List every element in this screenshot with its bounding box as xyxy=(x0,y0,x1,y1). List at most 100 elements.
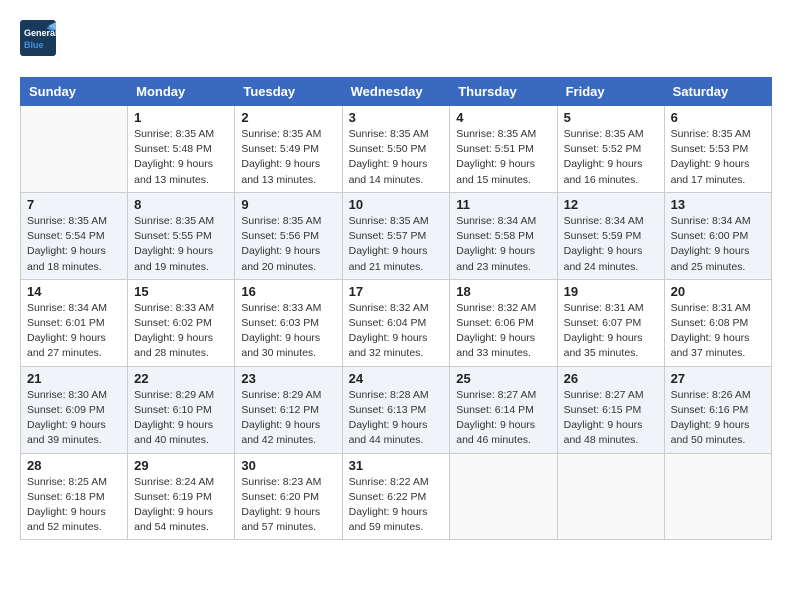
day-number: 25 xyxy=(456,371,550,386)
day-info: Sunrise: 8:30 AM Sunset: 6:09 PM Dayligh… xyxy=(27,388,121,449)
day-number: 4 xyxy=(456,110,550,125)
day-info: Sunrise: 8:35 AM Sunset: 5:50 PM Dayligh… xyxy=(349,127,444,188)
day-number: 11 xyxy=(456,197,550,212)
day-info: Sunrise: 8:27 AM Sunset: 6:14 PM Dayligh… xyxy=(456,388,550,449)
calendar-cell: 28Sunrise: 8:25 AM Sunset: 6:18 PM Dayli… xyxy=(21,453,128,540)
day-info: Sunrise: 8:24 AM Sunset: 6:19 PM Dayligh… xyxy=(134,475,228,536)
day-info: Sunrise: 8:35 AM Sunset: 5:51 PM Dayligh… xyxy=(456,127,550,188)
logo: General Blue xyxy=(20,20,56,61)
day-number: 13 xyxy=(671,197,765,212)
calendar-cell xyxy=(450,453,557,540)
day-info: Sunrise: 8:35 AM Sunset: 5:55 PM Dayligh… xyxy=(134,214,228,275)
weekday-header-tuesday: Tuesday xyxy=(235,78,342,106)
day-number: 6 xyxy=(671,110,765,125)
week-row-4: 21 Sunrise: 8:30 AM Sunset: 6:09 PM Dayli… xyxy=(21,366,772,453)
week-row-1: 1 Sunrise: 8:35 AM Sunset: 5:48 PM Daylig… xyxy=(21,106,772,193)
calendar-cell: 1 Sunrise: 8:35 AM Sunset: 5:48 PM Daylig… xyxy=(128,106,235,193)
day-info: Sunrise: 8:28 AM Sunset: 6:13 PM Dayligh… xyxy=(349,388,444,449)
day-info: Sunrise: 8:34 AM Sunset: 5:58 PM Dayligh… xyxy=(456,214,550,275)
calendar-cell: 20 Sunrise: 8:31 AM Sunset: 6:08 PM Dayli… xyxy=(664,279,771,366)
day-number: 21 xyxy=(27,371,121,386)
calendar-cell xyxy=(21,106,128,193)
day-info: Sunrise: 8:34 AM Sunset: 6:01 PM Dayligh… xyxy=(27,301,121,362)
day-info: Sunrise: 8:35 AM Sunset: 5:57 PM Dayligh… xyxy=(349,214,444,275)
calendar-cell: 21 Sunrise: 8:30 AM Sunset: 6:09 PM Dayli… xyxy=(21,366,128,453)
day-number: 26 xyxy=(564,371,658,386)
calendar-cell: 17 Sunrise: 8:32 AM Sunset: 6:04 PM Dayli… xyxy=(342,279,450,366)
day-info: Sunrise: 8:35 AM Sunset: 5:49 PM Dayligh… xyxy=(241,127,335,188)
logo-icon: General Blue xyxy=(20,20,56,56)
day-number: 5 xyxy=(564,110,658,125)
calendar-cell: 14 Sunrise: 8:34 AM Sunset: 6:01 PM Dayli… xyxy=(21,279,128,366)
day-info: Sunrise: 8:22 AM Sunset: 6:22 PM Dayligh… xyxy=(349,475,444,536)
weekday-header-friday: Friday xyxy=(557,78,664,106)
calendar-cell: 22Sunrise: 8:29 AM Sunset: 6:10 PM Dayli… xyxy=(128,366,235,453)
weekday-header-thursday: Thursday xyxy=(450,78,557,106)
day-info: Sunrise: 8:32 AM Sunset: 6:04 PM Dayligh… xyxy=(349,301,444,362)
calendar-cell: 23 Sunrise: 8:29 AM Sunset: 6:12 PM Dayli… xyxy=(235,366,342,453)
day-info: Sunrise: 8:35 AM Sunset: 5:54 PM Dayligh… xyxy=(27,214,121,275)
calendar-cell: 3Sunrise: 8:35 AM Sunset: 5:50 PM Daylig… xyxy=(342,106,450,193)
calendar-cell: 6Sunrise: 8:35 AM Sunset: 5:53 PM Daylig… xyxy=(664,106,771,193)
day-info: Sunrise: 8:29 AM Sunset: 6:12 PM Dayligh… xyxy=(241,388,335,449)
calendar-cell: 26 Sunrise: 8:27 AM Sunset: 6:15 PM Dayli… xyxy=(557,366,664,453)
calendar-cell: 24 Sunrise: 8:28 AM Sunset: 6:13 PM Dayli… xyxy=(342,366,450,453)
day-number: 9 xyxy=(241,197,335,212)
day-number: 18 xyxy=(456,284,550,299)
calendar-cell: 8 Sunrise: 8:35 AM Sunset: 5:55 PM Daylig… xyxy=(128,192,235,279)
calendar-cell: 19 Sunrise: 8:31 AM Sunset: 6:07 PM Dayli… xyxy=(557,279,664,366)
day-number: 1 xyxy=(134,110,228,125)
day-info: Sunrise: 8:29 AM Sunset: 6:10 PM Dayligh… xyxy=(134,388,228,449)
week-row-3: 14 Sunrise: 8:34 AM Sunset: 6:01 PM Dayli… xyxy=(21,279,772,366)
day-info: Sunrise: 8:35 AM Sunset: 5:52 PM Dayligh… xyxy=(564,127,658,188)
day-info: Sunrise: 8:31 AM Sunset: 6:07 PM Dayligh… xyxy=(564,301,658,362)
calendar-cell: 9 Sunrise: 8:35 AM Sunset: 5:56 PM Daylig… xyxy=(235,192,342,279)
day-number: 17 xyxy=(349,284,444,299)
calendar-cell: 11 Sunrise: 8:34 AM Sunset: 5:58 PM Dayli… xyxy=(450,192,557,279)
day-number: 31 xyxy=(349,458,444,473)
weekday-header-monday: Monday xyxy=(128,78,235,106)
day-number: 8 xyxy=(134,197,228,212)
calendar-cell: 2 Sunrise: 8:35 AM Sunset: 5:49 PM Daylig… xyxy=(235,106,342,193)
weekday-header-saturday: Saturday xyxy=(664,78,771,106)
weekday-header-wednesday: Wednesday xyxy=(342,78,450,106)
day-info: Sunrise: 8:32 AM Sunset: 6:06 PM Dayligh… xyxy=(456,301,550,362)
calendar-cell xyxy=(557,453,664,540)
day-number: 10 xyxy=(349,197,444,212)
page-header: General Blue xyxy=(20,20,772,61)
day-number: 2 xyxy=(241,110,335,125)
calendar-cell xyxy=(664,453,771,540)
calendar-cell: 13 Sunrise: 8:34 AM Sunset: 6:00 PM Dayli… xyxy=(664,192,771,279)
calendar-cell: 27 Sunrise: 8:26 AM Sunset: 6:16 PM Dayli… xyxy=(664,366,771,453)
week-row-2: 7 Sunrise: 8:35 AM Sunset: 5:54 PM Daylig… xyxy=(21,192,772,279)
week-row-5: 28Sunrise: 8:25 AM Sunset: 6:18 PM Dayli… xyxy=(21,453,772,540)
day-number: 12 xyxy=(564,197,658,212)
calendar-table: SundayMondayTuesdayWednesdayThursdayFrid… xyxy=(20,77,772,540)
day-info: Sunrise: 8:35 AM Sunset: 5:48 PM Dayligh… xyxy=(134,127,228,188)
day-info: Sunrise: 8:31 AM Sunset: 6:08 PM Dayligh… xyxy=(671,301,765,362)
day-info: Sunrise: 8:34 AM Sunset: 6:00 PM Dayligh… xyxy=(671,214,765,275)
calendar-cell: 30Sunrise: 8:23 AM Sunset: 6:20 PM Dayli… xyxy=(235,453,342,540)
day-number: 7 xyxy=(27,197,121,212)
calendar-cell: 4 Sunrise: 8:35 AM Sunset: 5:51 PM Daylig… xyxy=(450,106,557,193)
day-info: Sunrise: 8:23 AM Sunset: 6:20 PM Dayligh… xyxy=(241,475,335,536)
calendar-cell: 12Sunrise: 8:34 AM Sunset: 5:59 PM Dayli… xyxy=(557,192,664,279)
calendar-cell: 25 Sunrise: 8:27 AM Sunset: 6:14 PM Dayli… xyxy=(450,366,557,453)
day-number: 19 xyxy=(564,284,658,299)
day-number: 16 xyxy=(241,284,335,299)
weekday-header-row: SundayMondayTuesdayWednesdayThursdayFrid… xyxy=(21,78,772,106)
day-number: 29 xyxy=(134,458,228,473)
weekday-header-sunday: Sunday xyxy=(21,78,128,106)
day-number: 14 xyxy=(27,284,121,299)
day-info: Sunrise: 8:26 AM Sunset: 6:16 PM Dayligh… xyxy=(671,388,765,449)
day-number: 23 xyxy=(241,371,335,386)
day-info: Sunrise: 8:33 AM Sunset: 6:03 PM Dayligh… xyxy=(241,301,335,362)
day-info: Sunrise: 8:35 AM Sunset: 5:56 PM Dayligh… xyxy=(241,214,335,275)
day-number: 27 xyxy=(671,371,765,386)
day-number: 20 xyxy=(671,284,765,299)
day-number: 24 xyxy=(349,371,444,386)
calendar-cell: 10 Sunrise: 8:35 AM Sunset: 5:57 PM Dayli… xyxy=(342,192,450,279)
svg-text:Blue: Blue xyxy=(24,40,44,50)
day-info: Sunrise: 8:27 AM Sunset: 6:15 PM Dayligh… xyxy=(564,388,658,449)
calendar-cell: 7 Sunrise: 8:35 AM Sunset: 5:54 PM Daylig… xyxy=(21,192,128,279)
